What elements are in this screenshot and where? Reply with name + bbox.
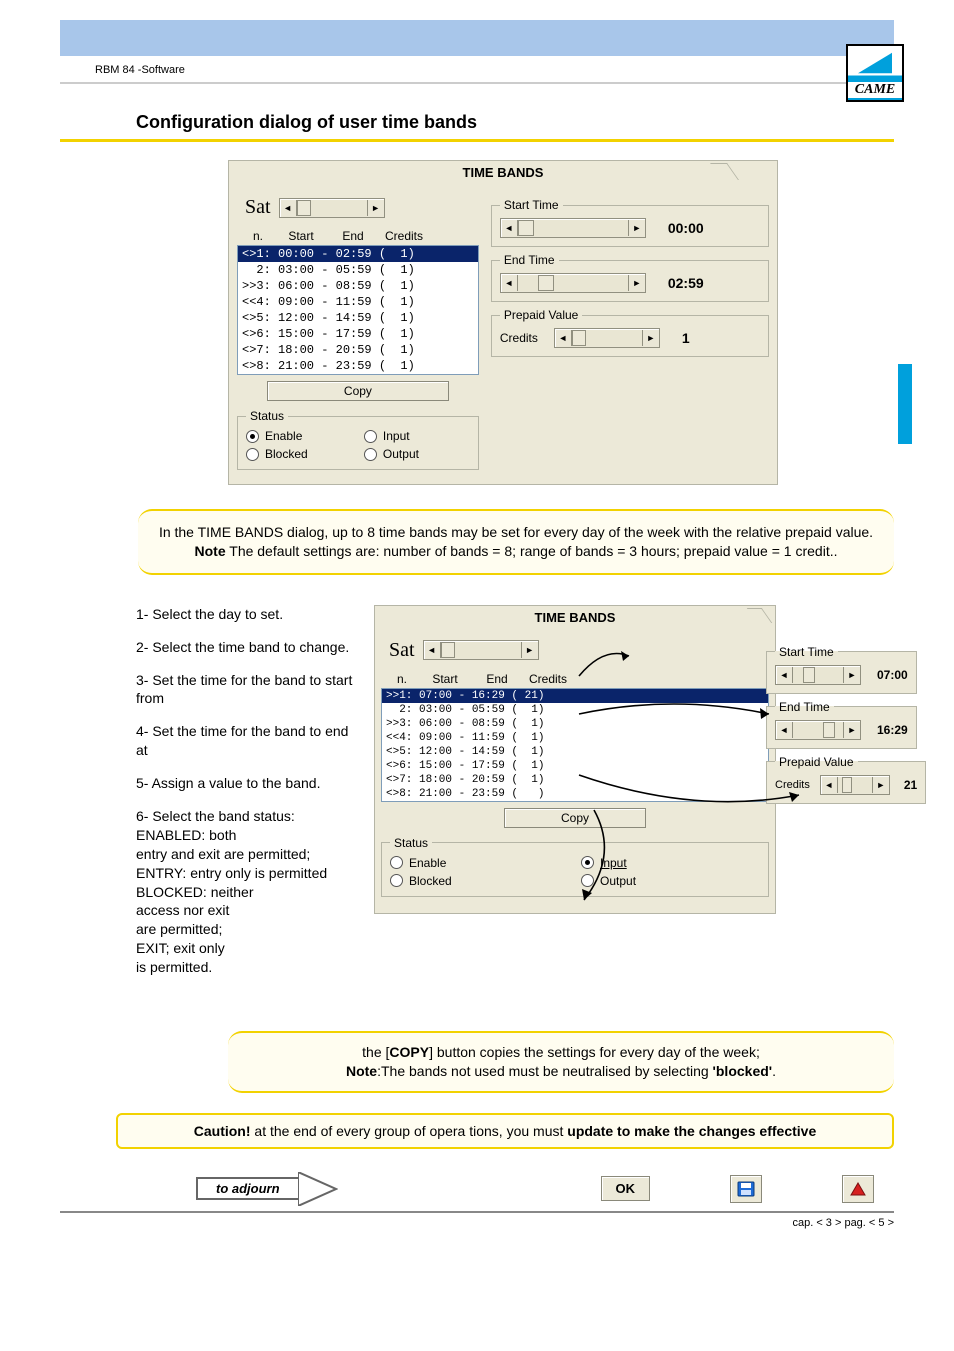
start-time-value: 07:00 xyxy=(871,668,908,682)
end-time-fieldset: End Time ◄ ► 16:29 xyxy=(766,700,917,749)
scroll-left-icon[interactable]: ◄ xyxy=(501,220,518,236)
list-item[interactable]: <>7: 18:00 - 20:59 ( 1) xyxy=(382,773,768,787)
prepaid-value-fieldset: Prepaid Value Credits ◄ ► 1 xyxy=(491,308,769,357)
scroll-right-icon[interactable]: ► xyxy=(521,642,538,658)
status-blocked-radio[interactable]: Blocked xyxy=(390,874,569,888)
status-output-radio[interactable]: Output xyxy=(581,874,760,888)
adjourn-callout: to adjourn xyxy=(196,1172,338,1206)
status-blocked-radio[interactable]: Blocked xyxy=(246,447,352,461)
status-fieldset: Status Enable Input Blocked Output xyxy=(381,836,769,897)
dialog-title: TIME BANDS xyxy=(229,161,777,184)
list-item[interactable]: <>5: 12:00 - 14:59 ( 1) xyxy=(382,745,768,759)
scroll-right-icon[interactable]: ► xyxy=(367,200,384,216)
copy-button[interactable]: Copy xyxy=(267,381,449,401)
brand-logo: CAME xyxy=(846,44,904,102)
end-time-value: 16:29 xyxy=(871,723,908,737)
status-fieldset: Status Enable Input Blocked Output xyxy=(237,409,479,470)
scroll-left-icon[interactable]: ◄ xyxy=(501,275,518,291)
status-enable-radio[interactable]: Enable xyxy=(246,429,352,443)
status-input-radio[interactable]: Input xyxy=(364,429,470,443)
page-side-tab xyxy=(898,364,912,444)
copy-button[interactable]: Copy xyxy=(504,808,646,828)
credits-label: Credits xyxy=(500,331,544,345)
status-input-radio[interactable]: Input xyxy=(581,856,760,870)
bands-list-header: n. Start End Credits xyxy=(381,670,769,688)
credits-value: 1 xyxy=(670,330,690,346)
scroll-right-icon[interactable]: ► xyxy=(642,330,659,346)
day-label: Sat xyxy=(389,639,415,662)
dialog-title: TIME BANDS xyxy=(375,606,775,629)
list-item[interactable]: <>1: 00:00 - 02:59 ( 1) xyxy=(238,246,478,262)
list-item[interactable]: <<4: 09:00 - 11:59 ( 1) xyxy=(238,294,478,310)
scroll-left-icon[interactable]: ◄ xyxy=(776,722,793,738)
bands-listbox[interactable]: >>1: 07:00 - 16:29 ( 21) 2: 03:00 - 05:5… xyxy=(381,688,769,802)
end-time-fieldset: End Time ◄ ► 02:59 xyxy=(491,253,769,302)
list-item[interactable]: >>3: 06:00 - 08:59 ( 1) xyxy=(238,278,478,294)
list-item[interactable]: 2: 03:00 - 05:59 ( 1) xyxy=(238,262,478,278)
list-item[interactable]: <>7: 18:00 - 20:59 ( 1) xyxy=(238,342,478,358)
time-bands-dialog-example: TIME BANDS Sat ◄ ► n. Start End xyxy=(374,605,776,914)
credits-value: 21 xyxy=(900,778,917,792)
list-item[interactable]: <>5: 12:00 - 14:59 ( 1) xyxy=(238,310,478,326)
start-time-scrollbar[interactable]: ◄ ► xyxy=(775,665,861,685)
end-time-scrollbar[interactable]: ◄ ► xyxy=(500,273,646,293)
scroll-left-icon[interactable]: ◄ xyxy=(776,667,793,683)
doc-product-line: RBM 84 -Software xyxy=(95,64,954,76)
page-footer: cap. < 3 > pag. < 5 > xyxy=(0,1217,894,1229)
start-time-scrollbar[interactable]: ◄ ► xyxy=(500,218,646,238)
list-item[interactable]: <<4: 09:00 - 11:59 ( 1) xyxy=(382,731,768,745)
scroll-left-icon[interactable]: ◄ xyxy=(424,642,441,658)
list-item[interactable]: <>6: 15:00 - 17:59 ( 1) xyxy=(238,326,478,342)
exit-icon xyxy=(849,1181,867,1197)
day-scrollbar[interactable]: ◄ ► xyxy=(423,640,539,660)
credits-label: Credits xyxy=(775,779,810,791)
bands-list-header: n. Start End Credits xyxy=(237,227,479,245)
status-output-radio[interactable]: Output xyxy=(364,447,470,461)
end-time-scrollbar[interactable]: ◄ ► xyxy=(775,720,861,740)
section-title: Configuration dialog of user time bands xyxy=(136,112,954,133)
scroll-right-icon[interactable]: ► xyxy=(843,722,860,738)
exit-button[interactable] xyxy=(842,1175,874,1203)
instructions-text: 1- Select the day to set. 2- Select the … xyxy=(136,605,356,991)
scroll-right-icon[interactable]: ► xyxy=(872,777,889,793)
end-time-value: 02:59 xyxy=(656,275,704,291)
credits-scrollbar[interactable]: ◄ ► xyxy=(820,775,890,795)
caution-box: Caution! at the end of every group of op… xyxy=(116,1113,894,1149)
scroll-right-icon[interactable]: ► xyxy=(843,667,860,683)
start-time-fieldset: Start Time ◄ ► 00:00 xyxy=(491,198,769,247)
list-item[interactable]: <>8: 21:00 - 23:59 ( 1) xyxy=(238,358,478,374)
scroll-right-icon[interactable]: ► xyxy=(628,275,645,291)
list-item[interactable]: <>8: 21:00 - 23:59 ( ) xyxy=(382,787,768,801)
start-time-value: 00:00 xyxy=(656,220,704,236)
prepaid-value-fieldset: Prepaid Value Credits ◄ ► 21 xyxy=(766,755,926,804)
list-item[interactable]: >>1: 07:00 - 16:29 ( 21) xyxy=(382,689,768,703)
floppy-disk-icon xyxy=(737,1181,755,1197)
start-time-fieldset: Start Time ◄ ► 07:00 xyxy=(766,645,917,694)
list-item[interactable]: >>3: 06:00 - 08:59 ( 1) xyxy=(382,717,768,731)
list-item[interactable]: <>6: 15:00 - 17:59 ( 1) xyxy=(382,759,768,773)
save-button[interactable] xyxy=(730,1175,762,1203)
copy-note-box: the [COPY] button copies the settings fo… xyxy=(228,1031,894,1093)
day-label: Sat xyxy=(245,196,271,219)
bands-listbox[interactable]: <>1: 00:00 - 02:59 ( 1) 2: 03:00 - 05:59… xyxy=(237,245,479,375)
day-scrollbar[interactable]: ◄ ► xyxy=(279,198,385,218)
scroll-left-icon[interactable]: ◄ xyxy=(280,200,297,216)
ok-button[interactable]: OK xyxy=(601,1176,651,1201)
time-bands-dialog: TIME BANDS Sat ◄ ► n. Start End Credits … xyxy=(228,160,778,485)
top-color-band xyxy=(60,20,894,56)
info-note-box: In the TIME BANDS dialog, up to 8 time b… xyxy=(138,509,894,575)
credits-scrollbar[interactable]: ◄ ► xyxy=(554,328,660,348)
scroll-left-icon[interactable]: ◄ xyxy=(821,777,838,793)
scroll-left-icon[interactable]: ◄ xyxy=(555,330,572,346)
scroll-right-icon[interactable]: ► xyxy=(628,220,645,236)
list-item[interactable]: 2: 03:00 - 05:59 ( 1) xyxy=(382,703,768,717)
brand-logo-text: CAME xyxy=(848,82,902,98)
status-enable-radio[interactable]: Enable xyxy=(390,856,569,870)
